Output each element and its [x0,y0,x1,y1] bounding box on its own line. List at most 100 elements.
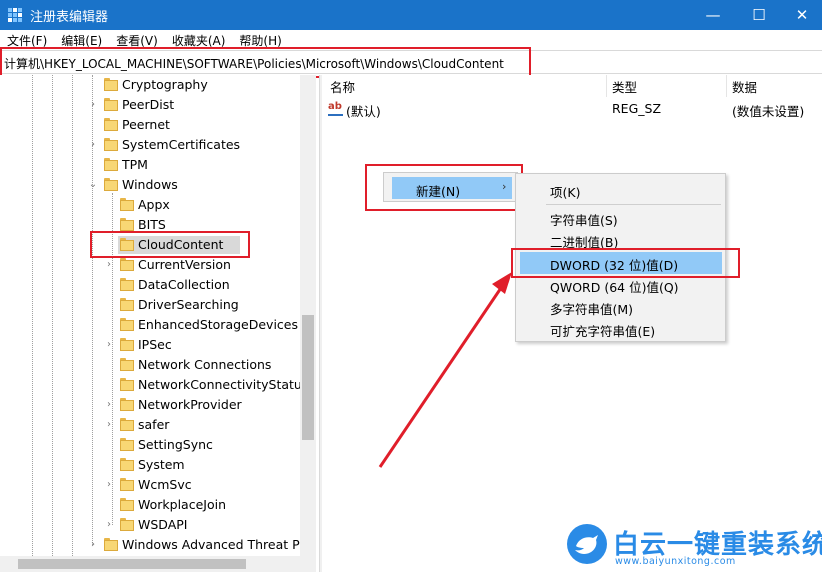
tree-node-appx[interactable]: Appx [0,195,316,215]
menu-item-string-value[interactable]: 字符串值(S) [550,210,618,229]
maximize-button[interactable]: ☐ [736,0,782,30]
tree-node-settingsync[interactable]: SettingSync [0,435,316,455]
tree-node-networkprovider[interactable]: › NetworkProvider [0,395,316,415]
column-header-type[interactable]: 类型 [612,77,637,96]
column-header-name[interactable]: 名称 [330,77,355,96]
tree-expander-icon[interactable]: › [104,419,114,431]
tree-expander-icon[interactable]: › [88,99,98,111]
minimize-button[interactable]: — [690,0,736,30]
tree-node-wsdapi[interactable]: › WSDAPI [0,515,316,535]
tree-node-ipsec[interactable]: › IPSec [0,335,316,355]
tree-node-label: CloudContent [138,237,224,252]
close-button[interactable]: ✕ [782,0,822,30]
new-submenu: 项(K) 字符串值(S) 二进制值(B) DWORD (32 位)值(D) QW… [515,173,726,342]
tree-node-safer[interactable]: › safer [0,415,316,435]
menu-help[interactable]: 帮助(H) [232,30,288,48]
tree-expander-icon[interactable] [104,459,114,471]
menu-item-qword-value[interactable]: QWORD (64 位)值(Q) [550,277,679,296]
tree-expander-icon[interactable]: › [104,399,114,411]
tree-node-label: Peernet [122,117,170,132]
tree-node-peernet[interactable]: Peernet [0,115,316,135]
tree-expander-icon[interactable] [104,219,114,231]
tree-node-system[interactable]: System [0,455,316,475]
tree-expander-icon[interactable]: › [104,519,114,531]
tree-expander-icon[interactable]: › [104,479,114,491]
tree-node-currentversion[interactable]: › CurrentVersion [0,255,316,275]
tree-node-label: DriverSearching [138,297,239,312]
folder-icon [120,498,134,511]
tree-horizontal-scroll-thumb[interactable] [18,559,246,569]
tree-expander-icon[interactable] [104,379,114,391]
folder-icon [104,158,118,171]
menu-edit[interactable]: 编辑(E) [54,30,109,48]
menu-item-dword-value[interactable]: DWORD (32 位)值(D) [550,255,678,274]
registry-tree[interactable]: Cryptography › PeerDist Peernet › SystemCerti… [0,75,316,572]
tree-node-label: NetworkProvider [138,397,242,412]
folder-icon [120,258,134,271]
tree-node-label: SettingSync [138,437,213,452]
menu-file[interactable]: 文件(F) [0,30,54,48]
address-path[interactable]: 计算机\HKEY_LOCAL_MACHINE\SOFTWARE\Policies… [4,55,504,72]
string-value-icon: ab [328,101,343,116]
tree-vertical-scroll-thumb[interactable] [302,315,314,440]
folder-icon [120,358,134,371]
tree-node-network-connections[interactable]: Network Connections [0,355,316,375]
menu-item-multi-string-value[interactable]: 多字符串值(M) [550,299,633,318]
context-menu: 新建(N) › [383,172,518,202]
tree-node-driversearching[interactable]: DriverSearching [0,295,316,315]
tree-node-tpm[interactable]: TPM [0,155,316,175]
tree-expander-icon[interactable]: › [88,539,98,551]
folder-icon [104,78,118,91]
tree-node-enhancedstoragedevices[interactable]: EnhancedStorageDevices [0,315,316,335]
tree-expander-icon[interactable] [104,439,114,451]
tree-node-datacollection[interactable]: DataCollection [0,275,316,295]
tree-expander-icon[interactable] [104,199,114,211]
tree-node-cloudcontent[interactable]: CloudContent [0,235,316,255]
tree-expander-icon[interactable]: ⌄ [88,179,98,191]
tree-node-windows[interactable]: ⌄ Windows [0,175,316,195]
menu-item-expandable-string-value[interactable]: 可扩充字符串值(E) [550,321,655,340]
tree-node-label: WorkplaceJoin [138,497,227,512]
tree-expander-icon[interactable]: › [104,259,114,271]
tree-expander-icon[interactable] [104,239,114,251]
bird-logo-icon [567,524,607,564]
tree-expander-icon[interactable] [88,79,98,91]
column-divider[interactable] [606,75,607,97]
tree-node-workplacejoin[interactable]: WorkplaceJoin [0,495,316,515]
column-divider[interactable] [726,75,727,97]
menu-view[interactable]: 查看(V) [109,30,165,48]
tree-node-cryptography[interactable]: Cryptography [0,75,316,95]
tree-node-label: Appx [138,197,170,212]
tree-expander-icon[interactable] [104,299,114,311]
tree-expander-icon[interactable]: › [104,339,114,351]
tree-node-wcmsvc[interactable]: › WcmSvc [0,475,316,495]
tree-expander-icon[interactable] [104,359,114,371]
menu-item-key[interactable]: 项(K) [550,182,580,201]
folder-icon [120,378,134,391]
tree-expander-icon[interactable]: › [88,139,98,151]
tree-node-windows-advanced-threat-pro[interactable]: › Windows Advanced Threat Pro [0,535,316,555]
address-bar[interactable]: 计算机\HKEY_LOCAL_MACHINE\SOFTWARE\Policies… [0,50,822,74]
column-header-data[interactable]: 数据 [732,77,757,96]
value-data: (数值未设置) [732,104,805,119]
menu-separator [546,204,721,205]
menu-item-new[interactable]: 新建(N) [416,181,460,200]
tree-node-systemcertificates[interactable]: › SystemCertificates [0,135,316,155]
tree-node-label: BITS [138,217,166,232]
tree-node-networkconnectivitystatusin[interactable]: NetworkConnectivityStatusIn [0,375,316,395]
tree-node-bits[interactable]: BITS [0,215,316,235]
folder-icon [120,418,134,431]
menu-item-binary-value[interactable]: 二进制值(B) [550,232,618,251]
tree-expander-icon[interactable] [88,119,98,131]
tree-node-label: CurrentVersion [138,257,231,272]
watermark-logo: 白云一键重装系统 www.baiyunxitong.com [565,522,822,570]
tree-horizontal-scrollbar[interactable] [0,556,300,572]
menu-favorites[interactable]: 收藏夹(A) [165,30,233,48]
tree-expander-icon[interactable] [104,499,114,511]
tree-vertical-scrollbar[interactable] [300,75,316,572]
tree-expander-icon[interactable] [104,319,114,331]
tree-expander-icon[interactable] [104,279,114,291]
tree-expander-icon[interactable] [88,159,98,171]
tree-node-peerdist[interactable]: › PeerDist [0,95,316,115]
folder-icon [104,538,118,551]
